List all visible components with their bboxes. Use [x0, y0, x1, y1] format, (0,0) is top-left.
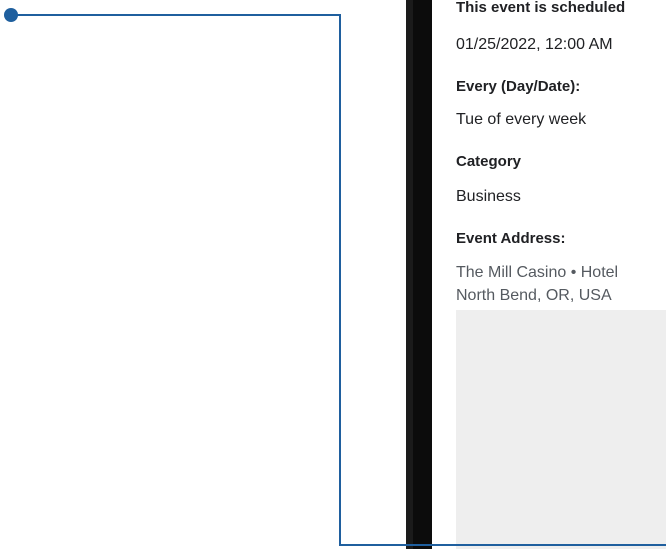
map-view[interactable]	[456, 310, 666, 549]
every-label: Every (Day/Date):	[456, 78, 581, 95]
event-details-screen: This event is scheduled 01/25/2022, 12:0…	[432, 0, 666, 549]
callout-connector-line	[14, 14, 340, 16]
every-value: Tue of every week	[456, 111, 587, 128]
address-line-2[interactable]: North Bend, OR, USA	[456, 285, 612, 306]
schedule-label: This event is scheduled	[456, 0, 626, 16]
callout-dot	[4, 8, 18, 22]
address-line-1[interactable]: The Mill Casino • Hotel	[456, 262, 618, 283]
category-label: Category	[456, 153, 522, 170]
category-value: Business	[456, 188, 521, 205]
tutorial-canvas: This event is scheduled 01/25/2022, 12:0…	[0, 0, 666, 549]
phone-device-bezel	[413, 0, 433, 549]
schedule-value: 01/25/2022, 12:00 AM	[456, 36, 613, 53]
callout-connector-line-bottom	[339, 544, 666, 546]
address-label: Event Address:	[456, 230, 566, 247]
callout-connector-line-vertical	[339, 14, 341, 546]
